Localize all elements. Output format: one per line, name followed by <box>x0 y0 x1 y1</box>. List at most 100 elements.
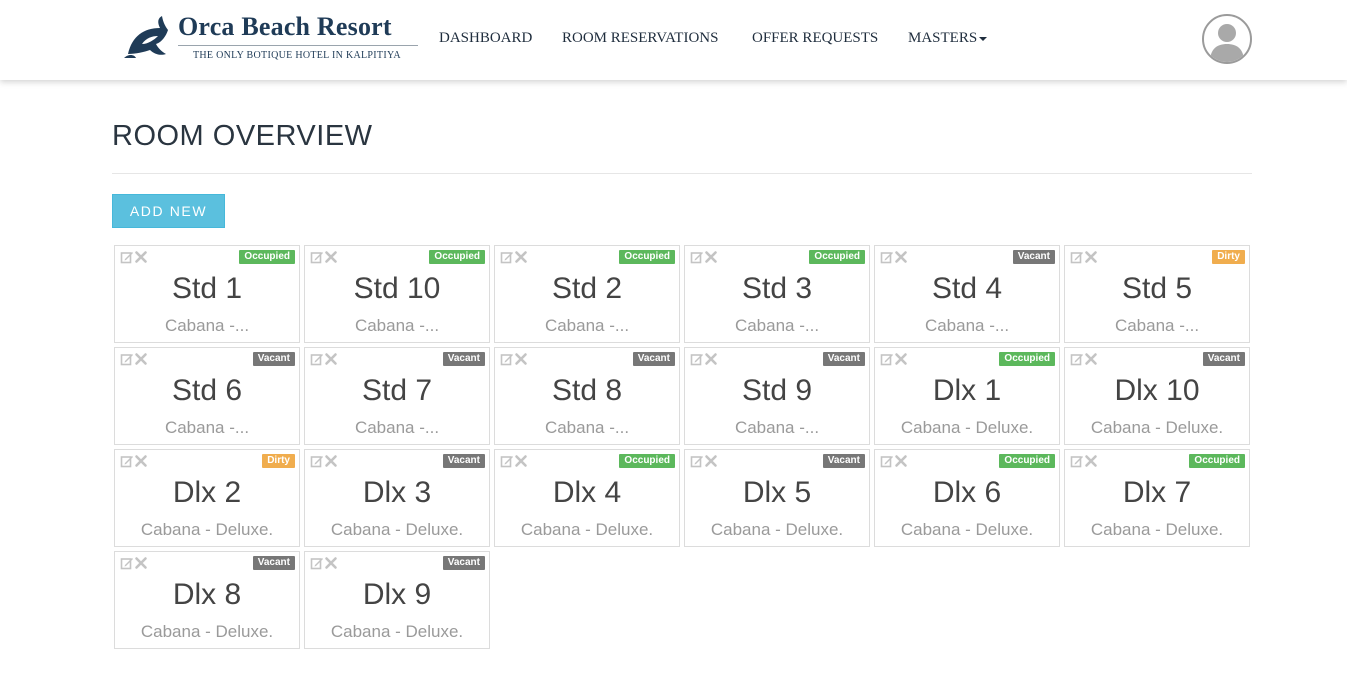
status-badge: Vacant <box>442 352 485 366</box>
room-card-actions <box>690 454 718 468</box>
room-type: Cabana - Deluxe. <box>1090 520 1224 539</box>
room-card[interactable]: Vacant Std 6 Cabana -... <box>114 347 300 445</box>
room-card-actions <box>1070 352 1098 366</box>
room-name: Dlx 2 <box>172 476 242 509</box>
edit-icon[interactable] <box>500 352 514 366</box>
room-type: Cabana -... <box>1114 316 1200 335</box>
status-badge: Occupied <box>809 250 865 264</box>
room-type: Cabana - Deluxe. <box>1090 418 1224 437</box>
delete-icon[interactable] <box>324 556 338 570</box>
room-card[interactable]: Dirty Dlx 2 Cabana - Deluxe. <box>114 449 300 547</box>
edit-icon[interactable] <box>880 352 894 366</box>
room-card[interactable]: Occupied Dlx 7 Cabana - Deluxe. <box>1064 449 1250 547</box>
delete-icon[interactable] <box>1084 352 1098 366</box>
status-badge: Vacant <box>252 352 295 366</box>
room-card[interactable]: Occupied Std 3 Cabana -... <box>684 245 870 343</box>
room-name: Std 1 <box>171 272 243 305</box>
edit-icon[interactable] <box>310 556 324 570</box>
brand-tagline: THE ONLY BOTIQUE HOTEL IN KALPITIYA <box>193 50 401 61</box>
delete-icon[interactable] <box>704 454 718 468</box>
room-card[interactable]: Vacant Std 4 Cabana -... <box>874 245 1060 343</box>
room-card[interactable]: Occupied Std 1 Cabana -... <box>114 245 300 343</box>
edit-icon[interactable] <box>310 454 324 468</box>
room-card[interactable]: Occupied Std 2 Cabana -... <box>494 245 680 343</box>
status-badge: Vacant <box>252 556 295 570</box>
room-card[interactable]: Vacant Dlx 10 Cabana - Deluxe. <box>1064 347 1250 445</box>
status-badge: Occupied <box>619 454 675 468</box>
delete-icon[interactable] <box>324 352 338 366</box>
delete-icon[interactable] <box>134 352 148 366</box>
room-type: Cabana - Deluxe. <box>140 622 274 641</box>
room-type: Cabana - Deluxe. <box>900 520 1034 539</box>
delete-icon[interactable] <box>324 454 338 468</box>
edit-icon[interactable] <box>120 556 134 570</box>
brand-name: Orca Beach Resort <box>178 12 392 41</box>
room-name: Std 2 <box>551 272 623 305</box>
delete-icon[interactable] <box>134 250 148 264</box>
delete-icon[interactable] <box>894 454 908 468</box>
delete-icon[interactable] <box>134 454 148 468</box>
room-card[interactable]: Occupied Std 10 Cabana -... <box>304 245 490 343</box>
room-card-actions <box>500 454 528 468</box>
user-avatar[interactable] <box>1202 14 1252 64</box>
room-card[interactable]: Vacant Std 7 Cabana -... <box>304 347 490 445</box>
room-card[interactable]: Vacant Std 8 Cabana -... <box>494 347 680 445</box>
delete-icon[interactable] <box>514 250 528 264</box>
room-card-actions <box>690 352 718 366</box>
room-card[interactable]: Vacant Dlx 9 Cabana - Deluxe. <box>304 551 490 649</box>
edit-icon[interactable] <box>120 454 134 468</box>
room-card[interactable]: Vacant Dlx 8 Cabana - Deluxe. <box>114 551 300 649</box>
nav-offer-requests[interactable]: OFFER REQUESTS <box>752 30 878 47</box>
edit-icon[interactable] <box>1070 454 1084 468</box>
add-new-button[interactable]: ADD NEW <box>112 194 225 228</box>
delete-icon[interactable] <box>704 352 718 366</box>
delete-icon[interactable] <box>1084 250 1098 264</box>
room-card[interactable]: Vacant Dlx 5 Cabana - Deluxe. <box>684 449 870 547</box>
edit-icon[interactable] <box>120 352 134 366</box>
delete-icon[interactable] <box>704 250 718 264</box>
room-card[interactable]: Dirty Std 5 Cabana -... <box>1064 245 1250 343</box>
room-type: Cabana -... <box>164 418 250 437</box>
nav-room-reservations[interactable]: ROOM RESERVATIONS <box>562 30 718 47</box>
room-name: Std 7 <box>361 374 433 407</box>
nav-masters-label: MASTERS <box>908 30 978 46</box>
room-card-actions <box>500 352 528 366</box>
edit-icon[interactable] <box>880 454 894 468</box>
edit-icon[interactable] <box>880 250 894 264</box>
delete-icon[interactable] <box>324 250 338 264</box>
edit-icon[interactable] <box>690 352 704 366</box>
delete-icon[interactable] <box>514 352 528 366</box>
brand-logo-link[interactable]: Orca Beach Resort THE ONLY BOTIQUE HOTEL… <box>122 12 422 66</box>
room-card[interactable]: Occupied Dlx 1 Cabana - Deluxe. <box>874 347 1060 445</box>
room-name: Dlx 7 <box>1122 476 1192 509</box>
room-card[interactable]: Occupied Dlx 4 Cabana - Deluxe. <box>494 449 680 547</box>
delete-icon[interactable] <box>514 454 528 468</box>
edit-icon[interactable] <box>120 250 134 264</box>
delete-icon[interactable] <box>134 556 148 570</box>
top-navbar: Orca Beach Resort THE ONLY BOTIQUE HOTEL… <box>0 0 1347 80</box>
edit-icon[interactable] <box>500 250 514 264</box>
room-name: Std 6 <box>171 374 243 407</box>
room-type: Cabana - Deluxe. <box>140 520 274 539</box>
edit-icon[interactable] <box>310 352 324 366</box>
delete-icon[interactable] <box>894 250 908 264</box>
room-name: Dlx 10 <box>1114 374 1200 407</box>
edit-icon[interactable] <box>500 454 514 468</box>
edit-icon[interactable] <box>690 454 704 468</box>
edit-icon[interactable] <box>1070 352 1084 366</box>
nav-dashboard[interactable]: DASHBOARD <box>439 30 532 47</box>
delete-icon[interactable] <box>1084 454 1098 468</box>
room-card[interactable]: Occupied Dlx 6 Cabana - Deluxe. <box>874 449 1060 547</box>
delete-icon[interactable] <box>894 352 908 366</box>
room-card[interactable]: Vacant Dlx 3 Cabana - Deluxe. <box>304 449 490 547</box>
nav-masters-dropdown[interactable]: MASTERS <box>908 30 988 47</box>
room-card-actions <box>310 556 338 570</box>
edit-icon[interactable] <box>690 250 704 264</box>
edit-icon[interactable] <box>1070 250 1084 264</box>
room-card-actions <box>120 556 148 570</box>
room-type: Cabana -... <box>734 418 820 437</box>
room-card[interactable]: Vacant Std 9 Cabana -... <box>684 347 870 445</box>
room-type: Cabana -... <box>924 316 1010 335</box>
edit-icon[interactable] <box>310 250 324 264</box>
room-card-actions <box>120 250 148 264</box>
